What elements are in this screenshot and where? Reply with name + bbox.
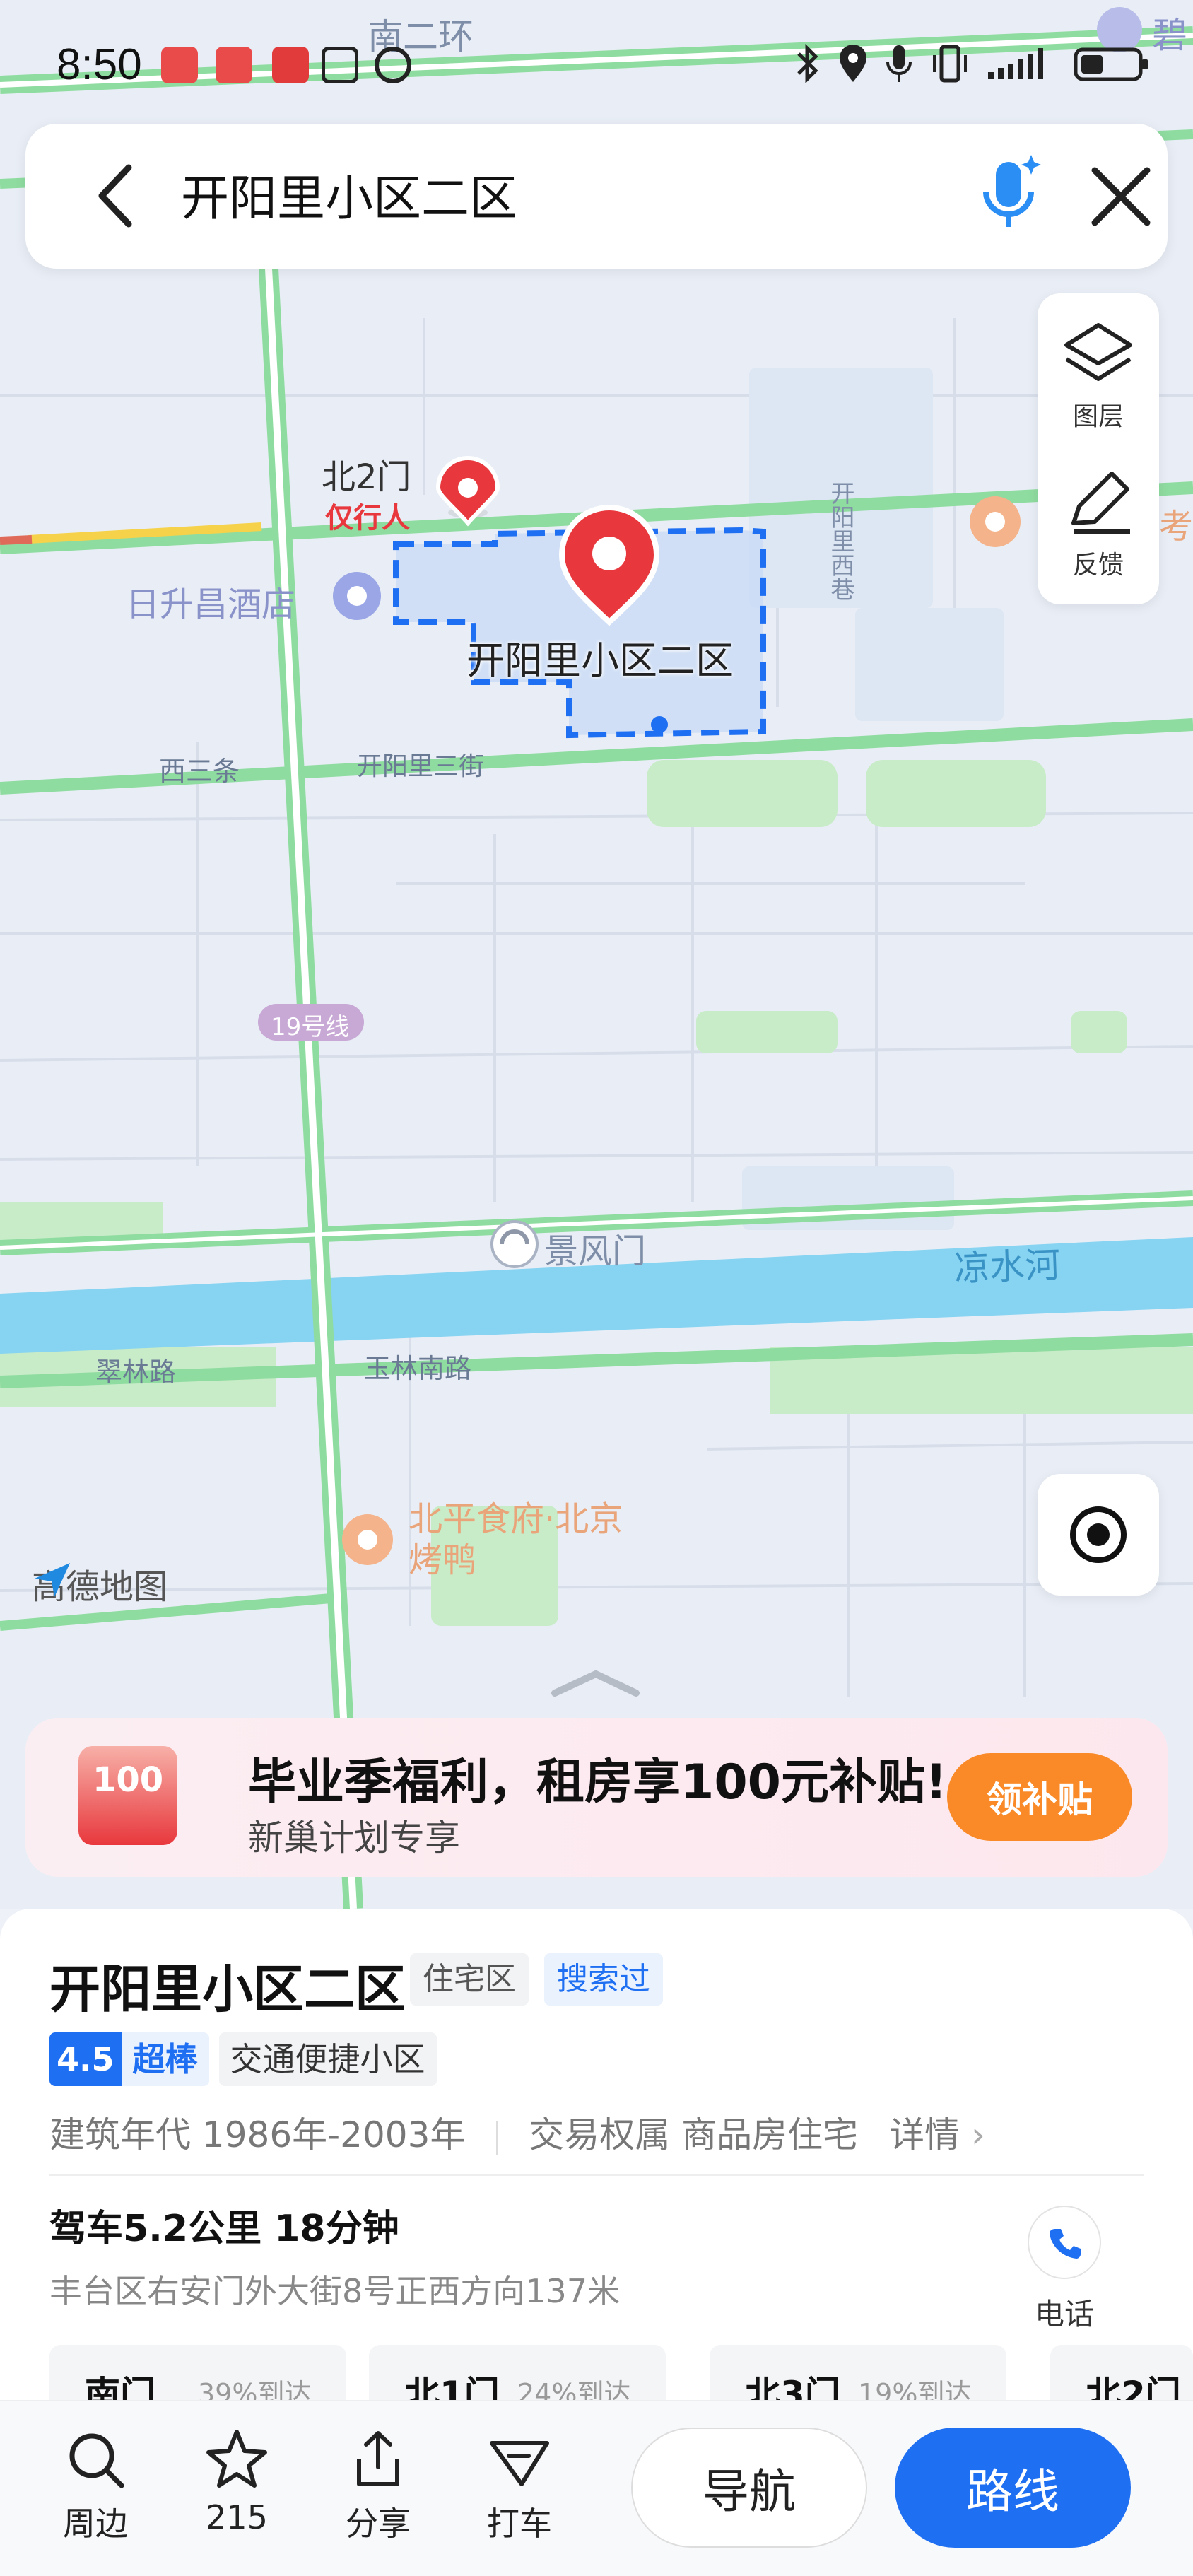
back-icon[interactable] (89, 160, 146, 231)
phone-icon (1028, 2206, 1101, 2279)
map-label-hotel: 日升昌酒店 (126, 585, 296, 624)
taxi-icon (490, 2441, 549, 2486)
battery-icon (1074, 47, 1148, 81)
build-year: 建筑年代 1986年-2003年 (49, 2114, 466, 2155)
phone-label: 电话 (1034, 2297, 1094, 2331)
coupon-value: 100 (93, 1760, 164, 1800)
map-label-metro-line: 19号线 (271, 1013, 350, 1041)
info-separator (496, 2120, 498, 2155)
feedback-button[interactable]: 反馈 (1038, 467, 1159, 581)
close-icon[interactable] (1089, 165, 1153, 228)
map-label-yulin-road: 玉林南路 (364, 1353, 472, 1384)
alarm-icon (375, 47, 411, 83)
share-label: 分享 (346, 2505, 411, 2543)
divider (49, 2174, 1144, 2176)
map-label-jingfeng-gate: 景风门 (544, 1231, 647, 1271)
status-time: 8:50 (57, 40, 142, 89)
status-icons (793, 42, 1151, 85)
rating-row: 4.5 超棒 交通便捷小区 (49, 2032, 437, 2086)
map-label-poi: 开阳里小区二区 (466, 638, 734, 683)
claim-subsidy-button[interactable]: 领补贴 (947, 1753, 1132, 1841)
ownership: 交易权属 商品房住宅 (529, 2114, 859, 2155)
nfc-icon (322, 47, 358, 83)
coupon-icon: 100 (78, 1746, 177, 1845)
map-canvas (0, 7, 1193, 1909)
promo-title: 毕业季福利，租房享100元补贴! (248, 1755, 947, 1810)
wps-app-icon (272, 47, 309, 83)
map-view[interactable]: 南二环 北2门 仅行人 日升昌酒店 开阳里小区二区 开阳里西巷 西三条 开阳里三… (0, 0, 1193, 1909)
details-link[interactable]: 详情 (889, 2114, 960, 2155)
bluetooth-icon (797, 43, 818, 84)
rating-text: 超棒 (121, 2032, 209, 2086)
map-label-corner-right: 考 (1159, 507, 1193, 546)
phone-button[interactable]: 电话 (1026, 2206, 1103, 2334)
address: 丰台区右安门外大街8号正西方向137米 (49, 2272, 621, 2310)
navigate-button[interactable]: 导航 (631, 2428, 867, 2548)
info-row: 建筑年代 1986年-2003年 交易权属 商品房住宅 详情 › (49, 2107, 985, 2158)
taxi-label: 打车 (487, 2505, 552, 2543)
voice-search-icon[interactable] (976, 149, 1047, 241)
feedback-edit-icon (1071, 472, 1130, 534)
map-label-cuilin-road: 翠林路 (95, 1357, 177, 1388)
map-label-restaurant: 北平食府·北京烤鸭 (409, 1499, 623, 1580)
layers-icon (1064, 323, 1132, 381)
nearby-label: 周边 (63, 2505, 128, 2543)
poi-name: 开阳里小区二区 (49, 1960, 406, 2019)
searched-tag: 搜索过 (544, 1953, 663, 2006)
rating-score: 4.5 (49, 2032, 122, 2086)
map-tools-panel: 图层 反馈 (1038, 293, 1159, 604)
star-icon (206, 2430, 267, 2488)
feature-tag: 交通便捷小区 (218, 2032, 437, 2086)
route-button[interactable]: 路线 (895, 2428, 1131, 2548)
search-bar: 开阳里小区二区 (25, 124, 1168, 269)
map-label-west-third: 西三条 (159, 756, 240, 787)
map-label-north-gate: 北2门 (322, 457, 411, 497)
share-icon (357, 2431, 399, 2486)
search-input[interactable]: 开阳里小区二区 (181, 159, 517, 229)
search-icon (69, 2433, 124, 2488)
huawei-app-icon-2 (216, 47, 252, 83)
huawei-app-icon (161, 47, 198, 83)
locate-icon (1070, 1506, 1127, 1563)
signal-icon (988, 48, 1043, 79)
feedback-label: 反馈 (1072, 551, 1124, 580)
my-location-button[interactable] (1038, 1474, 1159, 1596)
status-bar: 8:50 (0, 0, 1193, 134)
category-tag: 住宅区 (410, 1953, 529, 2006)
nearby-button[interactable]: 周边 (39, 2428, 152, 2545)
map-label-west-alley: 开阳里西巷 (826, 481, 854, 601)
gate-pin[interactable] (435, 456, 500, 527)
promo-banner[interactable]: 100 毕业季福利，租房享100元补贴! 新巢计划专享 领补贴 (25, 1718, 1168, 1877)
location-icon (840, 44, 866, 82)
map-label-pedestrian-only: 仅行人 (325, 502, 410, 534)
vibrate-icon (933, 45, 967, 83)
taxi-button[interactable]: 打车 (463, 2428, 576, 2545)
promo-subtitle: 新巢计划专享 (248, 1817, 460, 1858)
favorite-button[interactable]: 215 (180, 2428, 293, 2536)
map-label-river: 凉水河 (953, 1244, 1062, 1289)
drive-info: 驾车5.2公里 18分钟 (49, 2208, 399, 2250)
bottom-action-bar: 周边 215 分享 打车 导航 路线 (0, 2400, 1193, 2576)
brand-watermark: 高德地图 (32, 1559, 168, 1608)
amap-logo-icon (35, 1563, 70, 1597)
share-button[interactable]: 分享 (322, 2428, 435, 2545)
microphone-icon (886, 45, 912, 82)
favorite-count: 215 (206, 2498, 268, 2536)
layers-label: 图层 (1072, 402, 1124, 431)
chevron-right-icon: › (970, 2114, 985, 2155)
layers-button[interactable]: 图层 (1038, 318, 1159, 433)
map-label-third-street: 开阳里三街 (357, 752, 485, 781)
